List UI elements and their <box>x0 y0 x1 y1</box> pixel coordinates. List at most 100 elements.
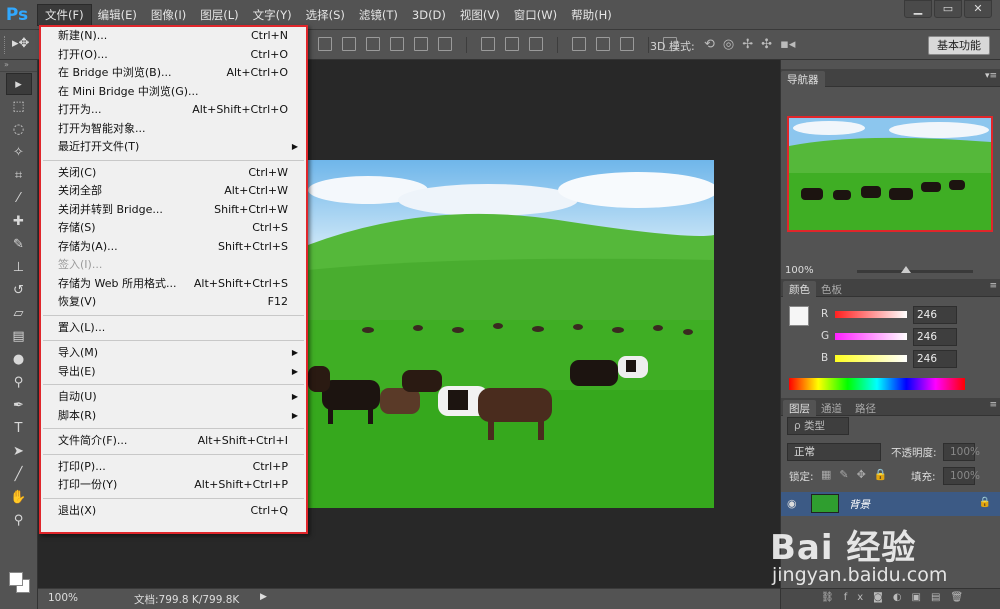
menu-item[interactable]: 帮助(H) <box>564 5 619 25</box>
file-menu-item[interactable]: 打印一份(Y) Alt+Shift+Ctrl+P <box>41 476 306 495</box>
distribute-vcenter-icon[interactable] <box>505 37 519 51</box>
file-menu-item[interactable]: 最近打开文件(T) ▶ <box>41 138 306 157</box>
opacity-input[interactable]: 100% <box>943 443 980 461</box>
brush-tool-icon[interactable]: ✎ <box>6 234 32 256</box>
file-menu-item[interactable]: 打开为智能对象... <box>41 120 306 139</box>
navigator-thumbnail[interactable] <box>787 116 993 232</box>
canvas-image[interactable] <box>308 160 714 508</box>
3d-scale-icon[interactable]: ▪◂ <box>780 37 795 52</box>
align-top-icon[interactable] <box>318 37 332 51</box>
healing-brush-tool-icon[interactable]: ✚ <box>6 211 32 233</box>
type-tool-icon[interactable]: T <box>6 418 32 440</box>
navigator-zoom-slider[interactable] <box>857 270 973 273</box>
move-tool-icon[interactable]: ▸ <box>5 73 32 95</box>
file-menu-item[interactable]: 关闭(C) Ctrl+W <box>41 164 306 183</box>
3d-pan-icon[interactable]: ✢ <box>742 37 753 52</box>
tab-layers[interactable]: 图层 <box>783 400 816 417</box>
3d-roll-icon[interactable]: ◎ <box>723 37 734 52</box>
tab-swatches[interactable]: 色板 <box>815 281 848 298</box>
menu-item[interactable]: 3D(D) <box>405 5 453 25</box>
file-menu-item[interactable]: 关闭并转到 Bridge... Shift+Ctrl+W <box>41 201 306 220</box>
file-menu-item[interactable]: 在 Mini Bridge 中浏览(G)... <box>41 83 306 102</box>
menu-item[interactable]: 图层(L) <box>193 5 245 25</box>
minimize-button[interactable]: ▁ <box>904 0 932 18</box>
clone-stamp-tool-icon[interactable]: ⊥ <box>6 257 32 279</box>
color-foreground-swatch[interactable] <box>789 306 809 326</box>
file-menu-item[interactable]: 文件简介(F)... Alt+Shift+Ctrl+I <box>41 432 306 451</box>
file-menu-item[interactable]: 新建(N)... Ctrl+N <box>41 27 306 46</box>
distribute-top-icon[interactable] <box>481 37 495 51</box>
menu-item[interactable]: 图像(I) <box>144 5 193 25</box>
gradient-tool-icon[interactable]: ▤ <box>6 326 32 348</box>
distribute-hcenter-icon[interactable] <box>596 37 610 51</box>
maximize-button[interactable]: ▭ <box>934 0 962 18</box>
color-channel-input[interactable]: 246 <box>913 350 957 368</box>
menu-item[interactable]: 视图(V) <box>453 5 507 25</box>
navigator-zoom-value[interactable]: 100% <box>785 265 814 276</box>
align-bottom-icon[interactable] <box>366 37 380 51</box>
menu-item[interactable]: 滤镜(T) <box>352 5 405 25</box>
color-channel-input[interactable]: 246 <box>913 306 957 324</box>
lock-icons[interactable]: ▦✎✥🔒 <box>821 468 896 481</box>
history-brush-tool-icon[interactable]: ↺ <box>6 280 32 302</box>
file-menu-item[interactable]: 打开(O)... Ctrl+O <box>41 46 306 65</box>
tab-color[interactable]: 颜色 <box>783 281 816 298</box>
quick-select-tool-icon[interactable]: ✧ <box>6 142 32 164</box>
tools-collapse-icon[interactable]: » <box>0 60 37 72</box>
color-channel-input[interactable]: 246 <box>913 328 957 346</box>
zoom-tool-icon[interactable]: ⚲ <box>6 510 32 532</box>
eraser-tool-icon[interactable]: ▱ <box>6 303 32 325</box>
file-menu-item[interactable]: 关闭全部 Alt+Ctrl+W <box>41 182 306 201</box>
foreground-color-swatch[interactable] <box>9 572 23 586</box>
menu-item[interactable]: 编辑(E) <box>91 5 144 25</box>
3d-slide-icon[interactable]: ✣ <box>761 37 772 52</box>
color-spectrum-bar[interactable] <box>789 378 965 390</box>
color-channel-slider[interactable] <box>835 333 907 340</box>
layer-filter-select[interactable]: ρ 类型 <box>787 417 849 435</box>
file-menu-item[interactable]: 打印(P)... Ctrl+P <box>41 458 306 477</box>
color-channel-slider[interactable] <box>835 355 907 362</box>
panel-menu-icon[interactable]: ▾≡ <box>985 71 997 81</box>
file-menu-item[interactable]: 存储为 Web 所用格式... Alt+Shift+Ctrl+S <box>41 275 306 294</box>
tab-paths[interactable]: 路径 <box>849 400 882 417</box>
file-menu-item[interactable]: 脚本(R) ▶ <box>41 407 306 426</box>
file-menu-item[interactable]: 恢复(V) F12 <box>41 293 306 312</box>
distribute-right-icon[interactable] <box>620 37 634 51</box>
blur-tool-icon[interactable]: ● <box>6 349 32 371</box>
fill-input[interactable]: 100% <box>943 467 980 485</box>
move-tool-icon[interactable]: ▸✥ <box>12 36 32 54</box>
menu-item[interactable]: 选择(S) <box>299 5 352 25</box>
tab-channels[interactable]: 通道 <box>815 400 848 417</box>
align-vcenter-icon[interactable] <box>342 37 356 51</box>
3d-rotate-icon[interactable]: ⟲ <box>704 37 715 52</box>
pen-tool-icon[interactable]: ✒ <box>6 395 32 417</box>
menu-item[interactable]: 文字(Y) <box>246 5 299 25</box>
eyedropper-tool-icon[interactable]: ⁄ <box>6 188 32 210</box>
file-menu-item[interactable]: 导入(M) ▶ <box>41 344 306 363</box>
file-menu-item[interactable]: 在 Bridge 中浏览(B)... Alt+Ctrl+O <box>41 64 306 83</box>
file-menu-item[interactable]: 存储为(A)... Shift+Ctrl+S <box>41 238 306 257</box>
distribute-bottom-icon[interactable] <box>529 37 543 51</box>
align-right-icon[interactable] <box>438 37 452 51</box>
workspace-button[interactable]: 基本功能 <box>928 36 990 55</box>
status-zoom[interactable]: 100% <box>48 592 78 604</box>
options-grip[interactable] <box>4 36 8 54</box>
panel-menu-icon[interactable]: ≡ <box>989 400 997 410</box>
align-hcenter-icon[interactable] <box>414 37 428 51</box>
path-select-tool-icon[interactable]: ➤ <box>6 441 32 463</box>
close-button[interactable]: ✕ <box>964 0 992 18</box>
status-menu-arrow-icon[interactable]: ▶ <box>260 592 267 602</box>
file-menu-item[interactable]: 打开为... Alt+Shift+Ctrl+O <box>41 101 306 120</box>
blend-mode-select[interactable]: 正常 <box>787 443 881 461</box>
color-channel-slider[interactable] <box>835 311 907 318</box>
distribute-left-icon[interactable] <box>572 37 586 51</box>
file-menu-item[interactable]: 导出(E) ▶ <box>41 363 306 382</box>
hand-tool-icon[interactable]: ✋ <box>6 487 32 509</box>
line-tool-icon[interactable]: ╱ <box>6 464 32 486</box>
navigator-slider-knob[interactable] <box>901 266 911 273</box>
dodge-tool-icon[interactable]: ⚲ <box>6 372 32 394</box>
crop-tool-icon[interactable]: ⌗ <box>6 165 32 187</box>
lasso-tool-icon[interactable]: ◌ <box>6 119 32 141</box>
file-menu-item[interactable]: 存储(S) Ctrl+S <box>41 219 306 238</box>
file-menu-item[interactable]: 退出(X) Ctrl+Q <box>41 502 306 521</box>
